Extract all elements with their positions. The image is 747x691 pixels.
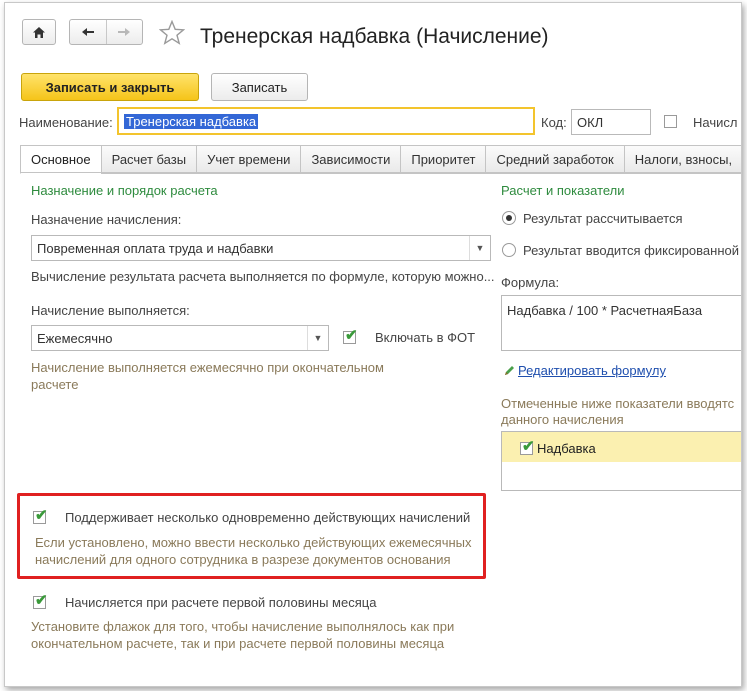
accrual-checkbox[interactable] bbox=[664, 115, 677, 128]
arrow-right-icon bbox=[118, 28, 131, 36]
radio-calculated-label: Результат рассчитывается bbox=[523, 211, 683, 226]
multi-accrual-label: Поддерживает несколько одновременно дейс… bbox=[65, 510, 471, 525]
period-value: Ежемесячно bbox=[37, 330, 113, 346]
check-icon: ✔ bbox=[345, 327, 358, 344]
period-hint-line2: расчете bbox=[31, 377, 79, 392]
code-label: Код: bbox=[541, 115, 567, 130]
form-window: Тренерская надбавка (Начисление) Записат… bbox=[4, 2, 742, 687]
code-input[interactable]: ОКЛ bbox=[571, 109, 651, 135]
tab-dependencies[interactable]: Зависимости bbox=[300, 145, 402, 174]
forward-button[interactable] bbox=[107, 20, 143, 44]
tab-taxes[interactable]: Налоги, взносы, bbox=[623, 145, 741, 174]
indicator-label: Надбавка bbox=[537, 441, 596, 456]
fot-label: Включать в ФОТ bbox=[375, 330, 476, 345]
window-title: Тренерская надбавка (Начисление) bbox=[200, 25, 549, 48]
name-value: Тренерская надбавка bbox=[124, 113, 259, 129]
tab-base-calc[interactable]: Расчет базы bbox=[100, 145, 198, 174]
purpose-select[interactable]: Повременная оплата труда и надбавки ▼ bbox=[31, 235, 491, 261]
first-half-label: Начисляется при расчете первой половины … bbox=[65, 595, 377, 610]
indicators-note-line2: данного начисления bbox=[501, 412, 624, 427]
list-item[interactable]: ✔ Надбавка bbox=[502, 432, 741, 462]
tab-average-earnings[interactable]: Средний заработок bbox=[485, 145, 625, 174]
formula-label: Формула: bbox=[501, 275, 560, 290]
purpose-label: Назначение начисления: bbox=[31, 212, 182, 227]
calc-section-title: Расчет и показатели bbox=[501, 183, 625, 198]
chevron-down-icon[interactable]: ▼ bbox=[307, 326, 328, 350]
radio-fixed-label: Результат вводится фиксированной bbox=[523, 243, 740, 258]
period-hint-line1: Начисление выполняется ежемесячно при ок… bbox=[31, 360, 384, 375]
arrow-left-icon bbox=[81, 28, 94, 36]
tab-time-accounting[interactable]: Учет времени bbox=[196, 145, 302, 174]
multi-accrual-checkbox[interactable]: ✔ bbox=[33, 507, 48, 524]
formula-value: Надбавка / 100 * РасчетнаяБаза bbox=[507, 303, 703, 318]
multi-hint-line2: начислений для одного сотрудника в разре… bbox=[35, 552, 451, 567]
check-icon: ✔ bbox=[522, 438, 535, 455]
chevron-down-icon[interactable]: ▼ bbox=[469, 236, 490, 260]
home-icon bbox=[33, 26, 45, 38]
tab-priority[interactable]: Приоритет bbox=[400, 145, 487, 174]
favorite-button[interactable] bbox=[158, 19, 186, 48]
first-half-hint-line1: Установите флажок для того, чтобы начисл… bbox=[31, 619, 455, 634]
tab-bar: Основное Расчет базы Учет времени Зависи… bbox=[20, 145, 741, 174]
period-label: Начисление выполняется: bbox=[31, 303, 190, 318]
check-icon: ✔ bbox=[35, 507, 48, 524]
indicator-checkbox[interactable]: ✔ bbox=[520, 438, 535, 455]
name-label: Наименование: bbox=[19, 115, 113, 130]
radio-calculated[interactable] bbox=[502, 211, 516, 225]
first-half-hint-line2: окончательном расчете, так и при расчете… bbox=[31, 636, 445, 651]
fot-checkbox[interactable]: ✔ bbox=[343, 327, 358, 344]
accrual-label: Начисл bbox=[693, 115, 738, 130]
multi-hint-line1: Если установлено, можно ввести несколько… bbox=[35, 535, 472, 550]
edit-formula-link[interactable]: Редактировать формулу bbox=[518, 363, 666, 378]
tab-divider bbox=[20, 172, 741, 173]
tab-main[interactable]: Основное bbox=[20, 145, 102, 174]
save-button[interactable]: Записать bbox=[211, 73, 308, 101]
purpose-section-title: Назначение и порядок расчета bbox=[31, 183, 218, 198]
period-select[interactable]: Ежемесячно ▼ bbox=[31, 325, 329, 351]
first-half-checkbox[interactable]: ✔ bbox=[33, 592, 48, 609]
pencil-icon bbox=[503, 364, 516, 380]
home-button[interactable] bbox=[22, 19, 56, 45]
code-value: ОКЛ bbox=[577, 114, 604, 130]
save-and-close-button[interactable]: Записать и закрыть bbox=[21, 73, 199, 101]
radio-fixed[interactable] bbox=[502, 243, 516, 257]
name-input[interactable]: Тренерская надбавка bbox=[117, 107, 535, 135]
formula-note: Вычисление результата расчета выполняетс… bbox=[31, 269, 495, 284]
history-nav bbox=[69, 19, 143, 45]
back-button[interactable] bbox=[70, 20, 107, 44]
indicators-list: ✔ Надбавка bbox=[501, 431, 741, 491]
star-icon bbox=[158, 19, 186, 45]
formula-field[interactable]: Надбавка / 100 * РасчетнаяБаза bbox=[501, 295, 741, 351]
check-icon: ✔ bbox=[35, 592, 48, 609]
purpose-value: Повременная оплата труда и надбавки bbox=[37, 240, 274, 256]
